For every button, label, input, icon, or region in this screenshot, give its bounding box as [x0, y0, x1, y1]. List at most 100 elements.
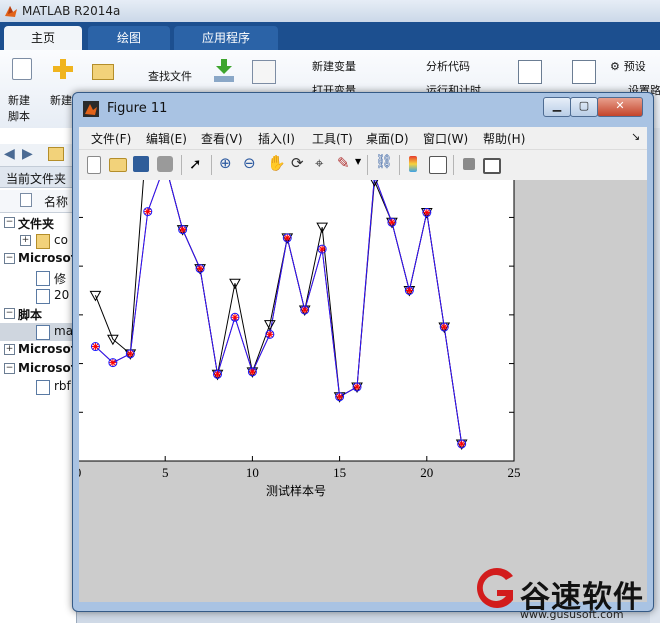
- save-icon[interactable]: [133, 156, 149, 172]
- name-column-label[interactable]: 名称: [44, 193, 68, 210]
- tree-item[interactable]: ma: [0, 323, 76, 342]
- collapse-icon[interactable]: −: [4, 362, 15, 374]
- tree-item[interactable]: + co: [0, 232, 76, 250]
- find-files-label: 查找文件: [148, 70, 192, 83]
- x-tick-label: 25: [508, 465, 521, 480]
- figure-canvas: 05101520252030405060708090预测综合评价结果比较(验证集…: [79, 180, 647, 602]
- menu-file[interactable]: 文件(F): [91, 130, 131, 147]
- x-tick-label: 10: [246, 465, 259, 480]
- toolbar-separator: [367, 155, 368, 175]
- chevron-down-icon[interactable]: ▼: [355, 157, 361, 166]
- simulink-library-icon[interactable]: [518, 60, 542, 84]
- document-icon: [36, 288, 50, 304]
- tree-item-label: rbf: [54, 378, 71, 393]
- menu-window[interactable]: 窗口(W): [423, 130, 468, 147]
- menu-desktop[interactable]: 桌面(D): [366, 130, 409, 147]
- tree-item-label: 文件夹: [18, 217, 55, 231]
- collapse-icon[interactable]: −: [4, 253, 15, 265]
- document-icon: [36, 270, 50, 286]
- collapse-icon[interactable]: −: [4, 308, 15, 319]
- zoom-in-icon[interactable]: ⊕: [219, 154, 232, 172]
- watermark-logo: [473, 566, 517, 610]
- tree-item[interactable]: 20: [0, 287, 76, 305]
- minimize-icon: ▁: [552, 99, 562, 112]
- rotate-icon[interactable]: ⟳: [291, 154, 304, 172]
- x-tick-label: 15: [333, 465, 346, 480]
- new-figure-icon[interactable]: [87, 156, 101, 174]
- column-header: 名称: [0, 190, 76, 213]
- expand-icon[interactable]: +: [4, 344, 15, 356]
- matlab-window-title: MATLAB R2014a: [22, 4, 121, 18]
- tab-plots[interactable]: 绘图: [88, 26, 170, 50]
- back-arrow-icon[interactable]: ◀: [4, 146, 15, 162]
- tree-item[interactable]: − 文件夹: [0, 214, 76, 232]
- script-file-icon: [36, 325, 50, 341]
- expand-icon[interactable]: +: [20, 235, 31, 247]
- print-icon[interactable]: [157, 156, 173, 172]
- file-column-icon: [20, 193, 32, 207]
- tree-item[interactable]: − Microsof: [0, 360, 76, 378]
- tree-item[interactable]: rbf: [0, 378, 76, 396]
- brush-icon[interactable]: ✎: [337, 154, 350, 172]
- maximize-button[interactable]: ▢: [570, 97, 598, 117]
- pan-icon[interactable]: ✋: [267, 154, 286, 172]
- new-script-label-1: 新建: [8, 94, 30, 107]
- layout-icon[interactable]: [572, 60, 596, 84]
- tab-home[interactable]: 主页: [4, 26, 82, 50]
- folder-navbar: ◀ ▶: [0, 144, 76, 167]
- tree-item-label: 修: [54, 271, 67, 286]
- find-files-button[interactable]: 查找文件: [130, 68, 192, 84]
- minimize-button[interactable]: ▁: [543, 97, 571, 117]
- toolbar-separator: [453, 155, 454, 175]
- save-workspace-icon[interactable]: [252, 60, 276, 84]
- analyze-code-label: 分析代码: [426, 60, 470, 73]
- link-icon[interactable]: ⛓: [375, 154, 393, 170]
- menu-help[interactable]: 帮助(H): [483, 130, 525, 147]
- forward-arrow-icon[interactable]: ▶: [22, 146, 33, 162]
- preferences-label: 预设: [623, 60, 646, 73]
- import-data-icon[interactable]: [212, 58, 236, 84]
- data-cursor-icon[interactable]: ⌖: [315, 154, 323, 172]
- menu-insert[interactable]: 插入(I): [258, 130, 295, 147]
- close-button[interactable]: ✕: [597, 97, 643, 117]
- menu-tools[interactable]: 工具(T): [312, 130, 353, 147]
- pointer-icon[interactable]: ➚: [189, 155, 202, 173]
- zoom-out-icon[interactable]: ⊖: [243, 154, 256, 172]
- hide-plot-tools-icon[interactable]: [463, 158, 475, 170]
- legend-icon[interactable]: [429, 156, 447, 174]
- show-plot-tools-icon[interactable]: [483, 158, 501, 174]
- new-variable-button[interactable]: 新建变量: [294, 58, 356, 74]
- new-script-button[interactable]: 新建 脚本: [8, 58, 32, 124]
- x-tick-label: 5: [162, 465, 169, 480]
- tree-item[interactable]: + Microsof: [0, 341, 76, 359]
- matlab-logo-icon: [4, 4, 18, 18]
- analyze-code-button[interactable]: 分析代码: [406, 58, 470, 74]
- dock-arrow-icon[interactable]: ↘: [631, 130, 640, 143]
- tab-apps[interactable]: 应用程序: [174, 26, 278, 50]
- toolbar-separator: [181, 155, 182, 175]
- x-tick-label: 0: [79, 465, 81, 480]
- new-label: 新建: [50, 94, 72, 107]
- close-icon: ✕: [615, 99, 625, 112]
- new-script-icon: [12, 58, 32, 80]
- x-tick-label: 20: [420, 465, 433, 480]
- plus-icon: [52, 58, 74, 80]
- plot-area[interactable]: 05101520252030405060708090预测综合评价结果比较(验证集…: [79, 180, 647, 602]
- tree-item-label: co: [54, 233, 68, 248]
- collapse-icon[interactable]: −: [4, 217, 15, 228]
- x-axis-label: 测试样本号: [266, 483, 326, 498]
- preferences-button[interactable]: ⚙ 预设: [610, 58, 646, 74]
- tree-item[interactable]: 修: [0, 269, 76, 287]
- menu-edit[interactable]: 编辑(E): [146, 130, 187, 147]
- figure-title: Figure 11: [107, 101, 168, 116]
- tree-item-label: Microsof: [18, 251, 76, 266]
- tree-item-label: 脚本: [18, 308, 43, 322]
- up-folder-icon[interactable]: [48, 147, 64, 161]
- colorbar-icon[interactable]: [409, 156, 417, 172]
- open-file-icon[interactable]: [109, 158, 127, 172]
- menu-view[interactable]: 查看(V): [201, 130, 243, 147]
- tree-item[interactable]: − 脚本: [0, 305, 76, 323]
- document-icon: [36, 379, 50, 395]
- open-folder-icon[interactable]: [92, 64, 114, 80]
- tree-item[interactable]: − Microsof: [0, 250, 76, 268]
